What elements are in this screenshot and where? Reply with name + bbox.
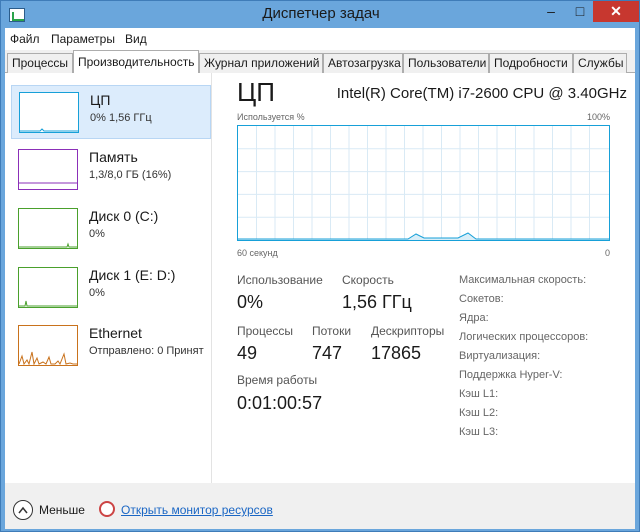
memory-thumbnail-graph — [18, 149, 78, 190]
sidebar-item-subtitle: 0% — [89, 287, 105, 299]
graph-label-max: 100% — [586, 112, 610, 122]
sidebar-item-cpu[interactable]: ЦП 0% 1,56 ГГц — [11, 85, 211, 139]
menu-file[interactable]: Файл — [10, 32, 40, 46]
resource-monitor-icon — [99, 501, 115, 517]
graph-gridlines — [238, 126, 609, 240]
performance-panel: ЦП 0% 1,56 ГГц Память 1,3/8,0 ГБ (16%) Д… — [5, 73, 635, 483]
sidebar-item-title: Диск 1 (E: D:) — [89, 267, 176, 283]
title-bar[interactable]: Диспетчер задач – □ ✕ — [1, 1, 639, 28]
graph-label-usage: Используется % — [237, 112, 305, 122]
task-manager-window: Диспетчер задач – □ ✕ Файл Параметры Вид… — [0, 0, 640, 532]
uptime-value: 0:01:00:57 — [237, 393, 323, 413]
l2-cache-label: Кэш L2: — [459, 407, 499, 419]
fewer-details-button[interactable] — [13, 500, 33, 520]
menu-view[interactable]: Вид — [125, 32, 147, 46]
utilization-value: 0% — [237, 292, 264, 312]
ethernet-thumbnail-line — [18, 351, 77, 366]
sidebar-item-subtitle: 1,3/8,0 ГБ (16%) — [89, 169, 172, 181]
tab-startup[interactable]: Автозагрузка — [323, 53, 403, 73]
tab-app-history[interactable]: Журнал приложений — [199, 53, 323, 73]
open-resource-monitor-link[interactable]: Открыть монитор ресурсов — [121, 503, 273, 517]
sidebar-item-subtitle: 0% — [89, 228, 105, 240]
sidebar-item-title: Диск 0 (C:) — [89, 208, 159, 224]
cpu-usage-graph — [237, 125, 610, 241]
tab-users[interactable]: Пользователи — [403, 53, 489, 73]
resource-sidebar: ЦП 0% 1,56 ГГц Память 1,3/8,0 ГБ (16%) Д… — [5, 73, 212, 483]
processes-label: Процессы — [237, 324, 294, 338]
disk-1-thumbnail-line — [19, 300, 77, 307]
processes-value: 49 — [237, 343, 258, 363]
minimize-button[interactable]: – — [537, 1, 565, 22]
cpu-usage-graph-svg — [238, 126, 609, 240]
cpu-model-name: Intel(R) Core(TM) i7-2600 CPU @ 3.40GHz — [336, 85, 627, 102]
handles-label: Дескрипторы — [371, 324, 445, 338]
client-area: Файл Параметры Вид Процессы Производител… — [5, 28, 635, 529]
disk-1-thumbnail-graph — [18, 267, 78, 308]
tab-services[interactable]: Службы — [573, 53, 627, 73]
close-button[interactable]: ✕ — [593, 1, 639, 22]
sidebar-item-ethernet[interactable]: Ethernet Отправлено: 0 Принят — [11, 319, 211, 373]
cpu-thumbnail-graph — [19, 92, 79, 133]
sidebar-item-subtitle: Отправлено: 0 Принят — [89, 345, 204, 357]
virtualization-label: Виртуализация: — [459, 350, 541, 362]
max-speed-label: Максимальная скорость: — [459, 274, 587, 286]
footer-bar: Меньше Открыть монитор ресурсов — [5, 483, 635, 529]
page-title: ЦП — [237, 77, 275, 107]
memory-thumbnail-line — [19, 182, 77, 184]
ethernet-thumbnail-graph — [18, 325, 78, 366]
sidebar-item-subtitle: 0% 1,56 ГГц — [90, 112, 152, 124]
threads-label: Потоки — [312, 324, 352, 338]
handles-value: 17865 — [371, 343, 422, 363]
l3-cache-label: Кэш L3: — [459, 426, 499, 438]
graph-label-zero: 0 — [604, 248, 610, 258]
tab-strip: Процессы Производительность Журнал прило… — [5, 50, 635, 74]
graph-label-time: 60 секунд — [237, 248, 278, 258]
utilization-label: Использование — [237, 273, 323, 287]
logical-processors-label: Логических процессоров: — [459, 331, 589, 343]
disk-0-thumbnail-line — [19, 242, 77, 248]
hyper-v-support-label: Поддержка Hyper-V: — [459, 369, 563, 381]
sidebar-item-memory[interactable]: Память 1,3/8,0 ГБ (16%) — [11, 143, 211, 197]
cpu-thumbnail-line — [20, 128, 78, 132]
sidebar-item-disk-1[interactable]: Диск 1 (E: D:) 0% — [11, 261, 211, 315]
sidebar-item-disk-0[interactable]: Диск 0 (C:) 0% — [11, 202, 211, 256]
fewer-details-label[interactable]: Меньше — [39, 503, 85, 517]
speed-value: 1,56 ГГц — [342, 292, 412, 312]
l1-cache-label: Кэш L1: — [459, 388, 499, 400]
sidebar-item-title: Ethernet — [89, 325, 142, 341]
tab-performance[interactable]: Производительность — [73, 50, 199, 74]
disk-0-thumbnail-graph — [18, 208, 78, 249]
tab-details[interactable]: Подробности — [489, 53, 573, 73]
menu-bar: Файл Параметры Вид — [5, 28, 635, 50]
tab-processes[interactable]: Процессы — [7, 53, 73, 73]
threads-value: 747 — [312, 343, 343, 363]
menu-options[interactable]: Параметры — [51, 32, 115, 46]
chevron-up-icon — [18, 506, 28, 514]
speed-label: Скорость — [342, 273, 394, 287]
cpu-detail-panel: ЦП Intel(R) Core(TM) i7-2600 CPU @ 3.40G… — [237, 73, 627, 483]
sockets-label: Сокетов: — [459, 293, 504, 305]
uptime-label: Время работы — [237, 373, 318, 387]
sidebar-item-title: ЦП — [90, 92, 111, 108]
sidebar-item-title: Память — [89, 149, 138, 165]
cores-label: Ядра: — [459, 312, 489, 324]
maximize-button[interactable]: □ — [567, 1, 593, 22]
